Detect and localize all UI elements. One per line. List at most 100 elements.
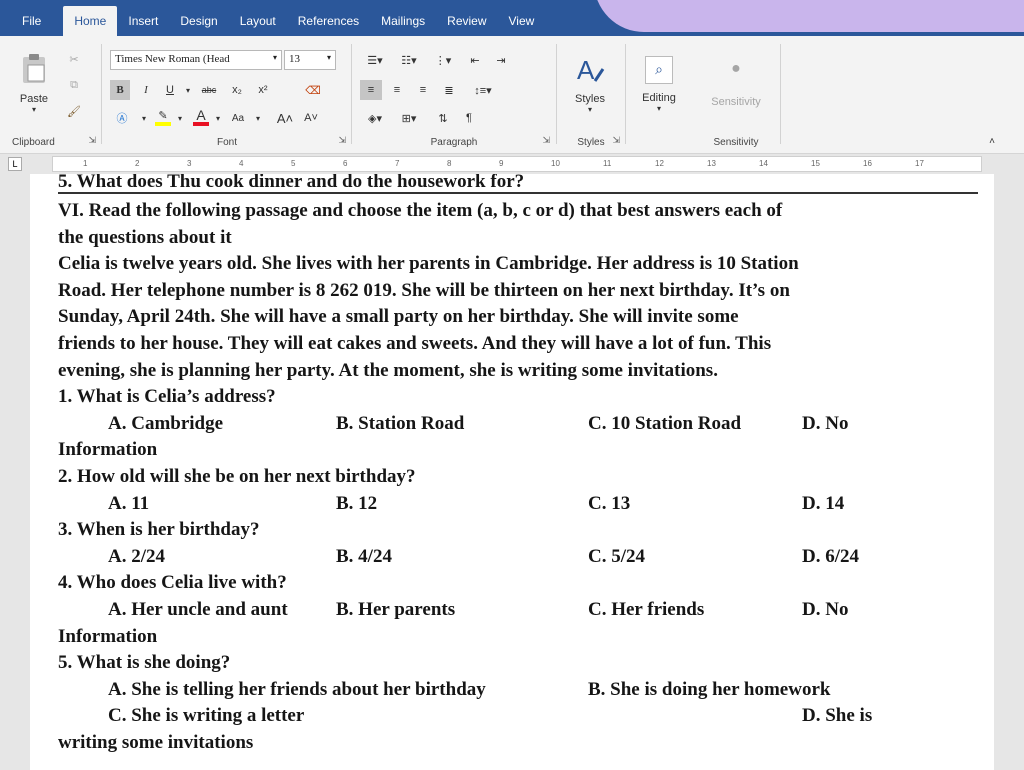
dialog-launcher-icon[interactable]: ⇲ [542,135,550,146]
ruler-number: 5 [291,159,296,168]
justify-button[interactable]: ≣ [438,80,460,100]
bullets-button[interactable]: ☰▾ [360,50,390,70]
shrink-font-icon: A˅ [304,112,318,124]
grow-font-icon: A˄ [276,110,294,126]
subscript-button[interactable]: x₂ [226,80,248,100]
align-center-icon: ≡ [393,84,401,96]
show-formatting-button[interactable]: ¶ [458,108,480,128]
tab-selector[interactable]: L [8,157,22,171]
exercise-heading-line: the questions about it [58,226,232,248]
tab-insert[interactable]: Insert [117,6,169,36]
paint-bucket-icon: ◈▾ [368,112,382,125]
sensitivity-group: ● Sensitivity Sensitivity [696,40,776,150]
chevron-down-icon[interactable]: ▾ [184,80,192,100]
paste-button[interactable]: Paste ▾ [16,48,52,118]
ribbon-tab-bar: File Home Insert Design Layout Reference… [0,0,1024,36]
clipboard-icon [23,53,45,83]
divider [351,44,352,144]
answer-options-row: A. 2/24 B. 4/24 C. 5/24 D. 6/24 [58,544,978,571]
text-effects-icon: Ⓐ [116,113,128,125]
underline-button[interactable]: U [160,80,180,100]
collapse-ribbon-icon[interactable]: ˄ [984,134,1000,148]
passage-line: Road. Her telephone number is 8 262 019.… [58,279,790,301]
tab-design[interactable]: Design [169,6,228,36]
clipboard-group-label: Clipboard [12,137,55,148]
multilevel-list-icon: ⋮▾ [434,54,452,67]
superscript-button[interactable]: x² [252,80,274,100]
ruler-number: 10 [551,159,560,168]
ruler-number: 1 [83,159,88,168]
tab-review[interactable]: Review [436,6,497,36]
align-left-button[interactable]: ≡ [360,80,382,100]
divider [101,44,102,144]
bullet-list-icon: ☰▾ [367,54,383,67]
tab-file[interactable]: File [0,6,63,36]
styles-button[interactable]: A Styles ▾ [570,48,610,120]
text-effects-button[interactable]: Ⓐ [110,108,134,128]
strikethrough-button[interactable]: abc [196,80,222,100]
sort-button[interactable]: ⇅ [432,108,454,128]
paragraph-group: ☰▾ ☷▾ ⋮▾ ⇤ ⇥ ≡ ≡ ≡ ≣ ↕≡▾ ◈▾ ⊞▾ ⇅ ¶ Parag… [354,40,554,150]
dialog-launcher-icon[interactable]: ⇲ [612,135,620,146]
numbering-button[interactable]: ☷▾ [394,50,424,70]
option-c: C. Her friends [588,598,705,620]
chevron-down-icon: ▾ [587,104,592,114]
font-size-value: 13 [289,53,300,65]
ruler-number: 2 [135,159,140,168]
chevron-down-icon: ▾ [272,53,277,62]
dialog-launcher-icon[interactable]: ⇲ [88,135,96,146]
document-body[interactable]: 5. What does Thu cook dinner and do the … [58,174,978,756]
bold-button[interactable]: B [110,80,130,100]
ruler-number: 3 [187,159,192,168]
highlight-button[interactable]: ✎ [152,106,174,128]
italic-button[interactable]: I [136,80,156,100]
paragraph-group-label: Paragraph [430,137,478,148]
borders-button[interactable]: ⊞▾ [394,108,424,128]
passage-line: Celia is twelve years old. She lives wit… [58,253,799,275]
highlight-color-bar [155,121,171,126]
tab-layout[interactable]: Layout [229,6,287,36]
cut-button[interactable]: ✂ [64,50,84,68]
shrink-font-button[interactable]: A˅ [300,108,322,128]
sort-icon: ⇅ [438,112,448,125]
font-color-button[interactable]: A [190,106,212,128]
tab-home[interactable]: Home [63,6,118,36]
chevron-down-icon[interactable]: ▾ [214,108,222,128]
align-right-icon: ≡ [419,84,427,96]
option-a: A. Her uncle and aunt [108,598,288,620]
search-icon: ⌕ [645,55,673,84]
multilevel-list-button[interactable]: ⋮▾ [428,50,458,70]
ruler-number: 7 [395,159,400,168]
chevron-down-icon[interactable]: ▾ [254,108,262,128]
ruler-number: 14 [759,159,768,168]
change-case-button[interactable]: Aa [226,108,250,128]
shading-button[interactable]: ◈▾ [360,108,390,128]
font-name-combo[interactable]: Times New Roman (Head ▾ [110,50,282,70]
chevron-down-icon[interactable]: ▾ [176,108,184,128]
ruler-number: 13 [707,159,716,168]
clipboard-group: Paste ▾ ✂ ⧉ 🖌 Clipboard ⇲ [0,40,100,150]
highlighter-icon: ✎ [158,109,168,122]
increase-indent-button[interactable]: ⇥ [490,50,512,70]
ruler-strip[interactable]: 1 2 3 4 5 6 7 8 9 10 11 12 13 14 15 16 17 [52,156,982,172]
document-page[interactable]: 5. What does Thu cook dinner and do the … [30,174,994,770]
font-size-combo[interactable]: 13 ▾ [284,50,336,70]
sensitivity-label: Sensitivity [711,96,761,108]
chevron-down-icon[interactable]: ▾ [140,108,148,128]
tab-view[interactable]: View [498,6,546,36]
editing-button[interactable]: ⌕ Editing ▾ [636,48,682,120]
line-spacing-button[interactable]: ↕≡▾ [468,80,498,100]
clear-formatting-button[interactable]: ⌫ [302,80,324,100]
answer-options-row: A. She is telling her friends about her … [58,677,978,704]
copy-button[interactable]: ⧉ [64,76,84,94]
align-right-button[interactable]: ≡ [412,80,434,100]
format-painter-button[interactable]: 🖌 [64,102,84,120]
decrease-indent-button[interactable]: ⇤ [464,50,486,70]
grow-font-button[interactable]: A˄ [274,108,296,128]
tab-references[interactable]: References [287,6,370,36]
question-text: 1. What is Celia’s address? [58,386,276,408]
tab-mailings[interactable]: Mailings [370,6,436,36]
dialog-launcher-icon[interactable]: ⇲ [338,135,346,146]
align-center-button[interactable]: ≡ [386,80,408,100]
sensitivity-button[interactable]: ● Sensitivity [700,48,772,120]
